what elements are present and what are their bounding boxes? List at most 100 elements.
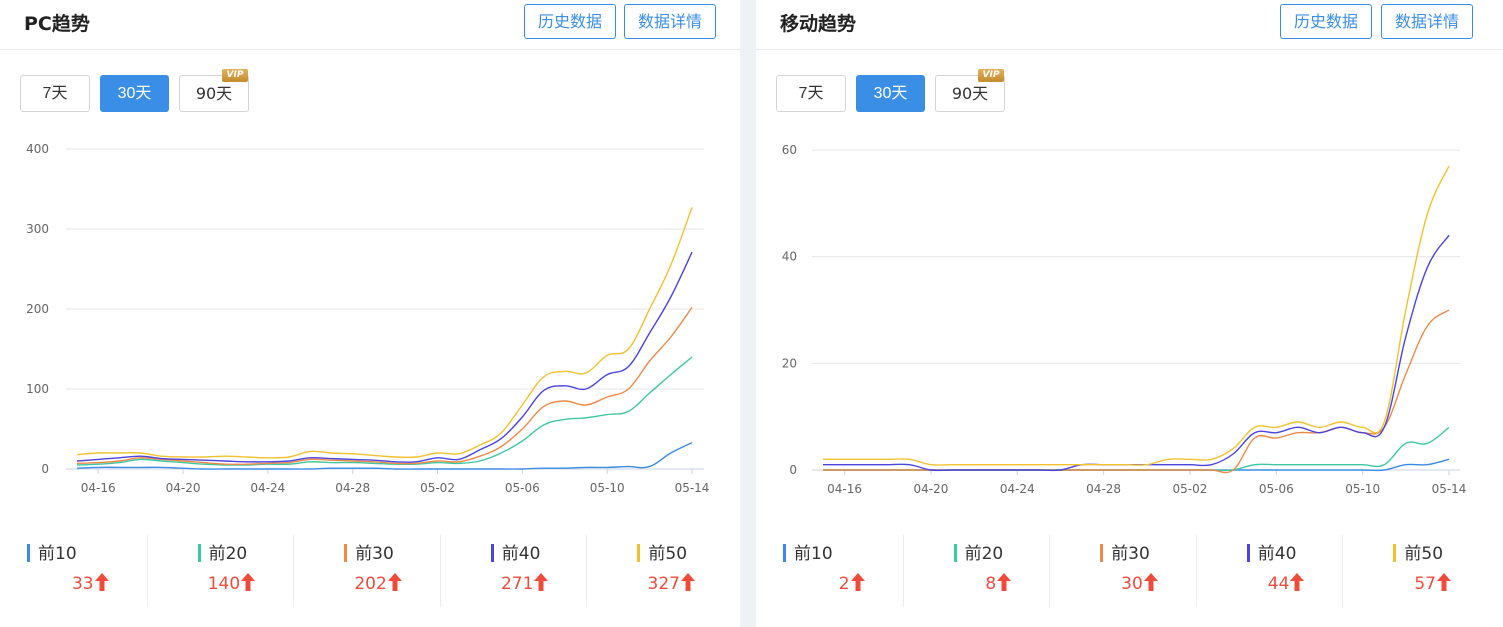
mobile-history-data-button[interactable]: 历史数据	[1280, 4, 1372, 39]
pc-legend-name: 前10	[27, 539, 77, 564]
pc-legend-label: 前30	[355, 544, 394, 564]
mobile-legend-value: 8	[985, 573, 1012, 594]
mobile-up-arrow-icon	[997, 573, 1012, 591]
mobile-series-line-前50	[822, 165, 1450, 466]
pc-series-line-前20	[76, 356, 693, 466]
pc-x-tick-label: 04-20	[166, 481, 201, 495]
pc-legend-value-text: 271	[500, 574, 534, 594]
mobile-x-tick-label: 05-02	[1173, 482, 1208, 496]
pc-y-tick-label: 200	[26, 302, 49, 316]
mobile-series-line-前30	[823, 309, 1450, 474]
mobile-vip-badge-icon: VIP	[978, 69, 1004, 82]
mobile-range-90d-label: 90天	[951, 84, 989, 103]
mobile-range-7d-button[interactable]: 7天	[776, 75, 846, 112]
pc-legend-item: 前40 271	[439, 535, 587, 607]
pc-x-tick-label: 05-02	[420, 481, 455, 495]
mobile-x-tick-label: 04-24	[1000, 482, 1035, 496]
mobile-y-tick-label: 60	[782, 143, 797, 157]
mobile-legend-value-text: 57	[1414, 574, 1436, 594]
pc-legend-label: 前40	[501, 544, 541, 564]
pc-legend-value: 271	[500, 573, 549, 594]
mobile-legend-value-text: 44	[1267, 574, 1290, 594]
pc-x-tick-label: 04-28	[335, 481, 370, 495]
pc-panel-title: PC趋势	[24, 13, 90, 35]
mobile-legend-label: 前20	[964, 544, 1004, 564]
mobile-x-tick-label: 05-10	[1345, 482, 1380, 496]
pc-history-data-button[interactable]: 历史数据	[524, 4, 616, 39]
mobile-y-tick-label: 40	[782, 250, 797, 264]
pc-legend-value: 33	[72, 573, 109, 594]
pc-legend-swatch-icon	[197, 544, 201, 562]
mobile-legend-name: 前30	[1100, 539, 1150, 564]
mobile-up-arrow-icon	[1436, 573, 1451, 591]
mobile-legend-item: 前10 2	[756, 535, 903, 607]
pc-x-tick-label: 05-10	[590, 481, 625, 495]
mobile-legend-swatch-icon	[953, 544, 957, 562]
mobile-legend-item: 前40 44	[1195, 535, 1343, 607]
mobile-legend-label: 前30	[1111, 544, 1150, 564]
pc-legend-value-text: 327	[647, 574, 680, 594]
pc-legend-swatch-icon	[27, 544, 30, 562]
pc-y-tick-label: 0	[41, 462, 49, 476]
mobile-up-arrow-icon	[1143, 573, 1158, 591]
pc-up-arrow-icon	[94, 573, 109, 591]
pc-series-line-前30	[76, 306, 693, 466]
mobile-legend-name: 前20	[953, 539, 1004, 564]
pc-x-tick-label: 05-14	[675, 481, 710, 495]
mobile-legend-swatch-icon	[783, 544, 786, 562]
pc-legend: 前10 33 前20 140 前30 202 前40 271 前50 327	[0, 535, 740, 610]
mobile-legend-value-text: 8	[985, 574, 997, 594]
pc-legend-value: 327	[648, 573, 695, 594]
pc-legend-item: 前20 140	[146, 535, 294, 607]
mobile-up-arrow-icon	[1290, 573, 1305, 591]
pc-y-tick-label: 400	[26, 142, 49, 156]
mobile-range-90d-button[interactable]: 90天 VIP	[935, 69, 1005, 112]
mobile-x-tick-label: 05-14	[1432, 482, 1467, 496]
pc-range-7d-button[interactable]: 7天	[20, 75, 90, 112]
pc-series-line-前50	[76, 207, 693, 459]
mobile-up-arrow-icon	[850, 573, 865, 591]
pc-legend-value: 202	[354, 573, 402, 594]
pc-trend-panel: PC趋势 历史数据 数据详情 7天 30天 90天 VIP 0 100 200 300…	[0, 0, 740, 627]
mobile-legend-value: 2	[839, 573, 865, 594]
mobile-y-tick-label: 20	[782, 356, 797, 370]
pc-x-tick-label: 04-16	[81, 481, 116, 495]
mobile-legend-item: 前20 8	[902, 535, 1050, 607]
pc-data-details-button[interactable]: 数据详情	[624, 4, 716, 39]
pc-x-tick-label: 05-06	[505, 481, 540, 495]
mobile-legend-label: 前40	[1257, 544, 1297, 564]
mobile-x-tick-label: 04-20	[913, 482, 948, 496]
pc-legend-value-text: 33	[71, 574, 94, 594]
mobile-legend-value: 44	[1268, 573, 1305, 594]
mobile-legend-swatch-icon	[1393, 544, 1397, 562]
pc-legend-name: 前40	[490, 539, 541, 564]
mobile-range-30d-button[interactable]: 30天	[856, 75, 925, 112]
mobile-x-tick-label: 04-28	[1086, 482, 1121, 496]
pc-legend-swatch-icon	[490, 544, 494, 562]
pc-up-arrow-icon	[680, 573, 695, 591]
pc-legend-name: 前30	[344, 539, 394, 564]
pc-legend-swatch-icon	[344, 544, 348, 562]
mobile-data-details-button[interactable]: 数据详情	[1381, 4, 1473, 39]
mobile-trend-panel: 移动趋势 历史数据 数据详情 7天 30天 90天 VIP 0 20 40 60 04-…	[756, 0, 1503, 627]
mobile-legend-name: 前40	[1246, 539, 1297, 564]
mobile-series-line-前40	[823, 234, 1450, 472]
pc-range-90d-button[interactable]: 90天 VIP	[179, 69, 249, 112]
pc-range-90d-label: 90天	[195, 84, 233, 103]
mobile-legend-value-text: 30	[1121, 574, 1143, 594]
pc-series-line-前40	[76, 251, 693, 463]
pc-range-30d-button[interactable]: 30天	[100, 75, 169, 112]
pc-legend-label: 前50	[648, 544, 688, 564]
pc-up-arrow-icon	[534, 573, 549, 591]
pc-legend-name: 前50	[637, 539, 687, 564]
mobile-legend-item: 前50 57	[1342, 535, 1489, 607]
pc-legend-item: 前30 202	[293, 535, 440, 607]
mobile-legend-label: 前10	[794, 544, 833, 564]
pc-legend-value-text: 202	[354, 574, 387, 594]
mobile-y-tick-label: 0	[789, 463, 797, 477]
pc-legend-swatch-icon	[637, 544, 641, 562]
pc-legend-value: 140	[208, 573, 256, 594]
mobile-legend-value-text: 2	[838, 574, 850, 594]
mobile-legend-swatch-icon	[1246, 544, 1250, 562]
mobile-legend-value: 57	[1414, 573, 1451, 594]
